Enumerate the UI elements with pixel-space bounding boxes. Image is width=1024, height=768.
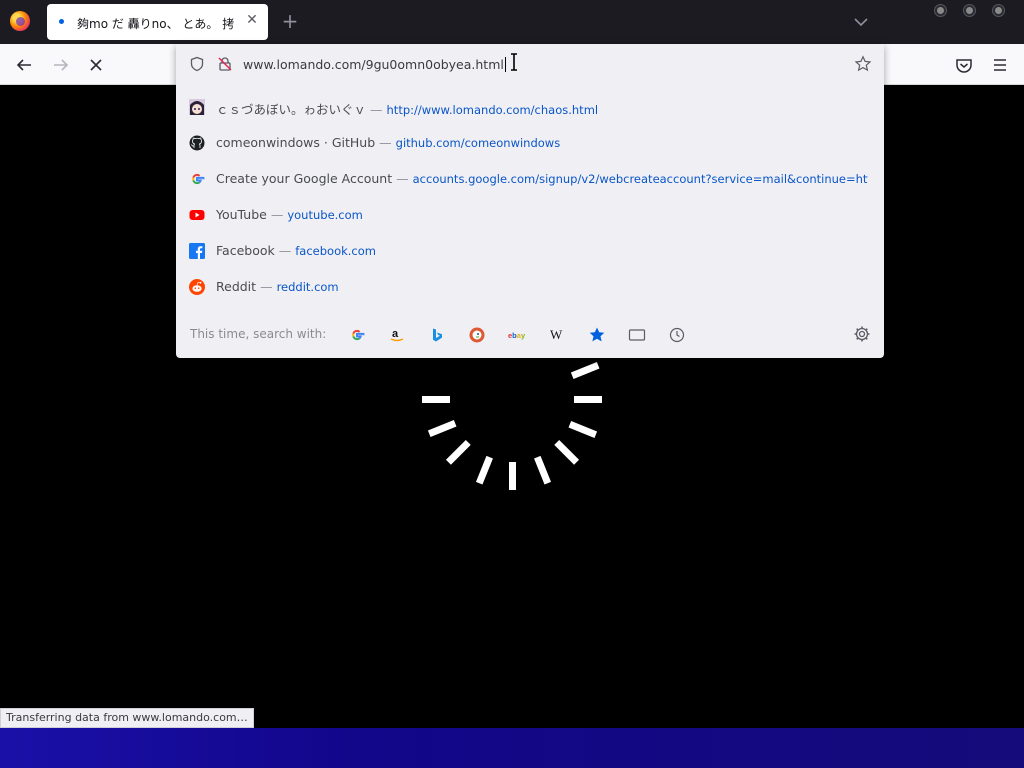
anime-avatar-icon (189, 99, 205, 115)
chevron-down-icon (854, 18, 868, 27)
forward-button[interactable] (48, 52, 74, 78)
svg-text:ebay: ebay (508, 331, 526, 340)
pocket-button[interactable] (951, 52, 977, 78)
suggestion-row[interactable]: Reddit — reddit.com (176, 269, 884, 305)
github-icon (189, 135, 205, 151)
wikipedia-icon[interactable]: W (547, 325, 567, 345)
text-cursor-icon (511, 53, 517, 71)
url-input[interactable]: www.lomando.com/9gu0omn0obyea.html (176, 44, 884, 84)
bing-icon[interactable] (427, 325, 447, 345)
stop-button[interactable] (83, 52, 109, 78)
youtube-icon (189, 210, 205, 220)
loading-spinner (422, 361, 602, 490)
svg-text:a: a (392, 328, 399, 340)
loading-indicator-icon (59, 19, 64, 24)
reddit-icon (189, 279, 205, 295)
bookmarks-star-icon[interactable] (587, 325, 607, 345)
pocket-icon (956, 59, 972, 73)
suggestion-row[interactable]: Create your Google Account — accounts.goog… (176, 161, 884, 197)
google-icon[interactable] (347, 325, 367, 345)
page-bottom-band (0, 728, 1024, 768)
tab-title: 夠mo だ 轟りno、 とあ。 拷 (77, 17, 235, 31)
app-menu-button[interactable] (987, 52, 1013, 78)
tab-strip: 夠mo だ 轟りno、 とあ。 拷 ✕ + (0, 0, 1024, 44)
suggestion-title: Create your Google Account (216, 171, 393, 186)
separator: — (379, 135, 392, 150)
tabs-icon[interactable] (627, 325, 647, 345)
suggestion-url: http://www.lomando.com/chaos.html (386, 103, 599, 117)
arrow-left-icon (16, 59, 31, 71)
tracking-protection-shield-icon[interactable] (189, 56, 205, 72)
suggestion-row[interactable]: comeonwindows · GitHub — github.com/comeon… (176, 125, 884, 161)
close-icon (90, 59, 102, 71)
suggestion-title: Facebook (216, 243, 275, 258)
new-tab-button[interactable]: + (280, 10, 300, 32)
suggestion-url: reddit.com (276, 280, 339, 294)
tab-active[interactable]: 夠mo だ 轟りno、 とあ。 拷 ✕ (47, 4, 268, 40)
firefox-logo-icon[interactable] (10, 11, 30, 31)
suggestion-url: accounts.google.com/signup/v2/webcreatea… (412, 172, 868, 186)
back-button[interactable] (11, 52, 37, 78)
separator: — (370, 102, 383, 117)
maximize-button[interactable] (964, 5, 975, 16)
suggestion-title: YouTube (216, 207, 267, 222)
close-tab-icon[interactable]: ✕ (244, 12, 260, 28)
suggestion-url: youtube.com (287, 208, 363, 222)
close-window-button[interactable] (993, 5, 1004, 16)
suggestion-row[interactable]: YouTube — youtube.com (176, 197, 884, 233)
facebook-icon (189, 243, 205, 259)
gear-icon[interactable] (853, 325, 871, 343)
minimize-button[interactable] (935, 5, 946, 16)
suggestion-title: comeonwindows · GitHub (216, 135, 376, 150)
separator: — (396, 171, 409, 186)
ebay-icon[interactable]: ebay (507, 325, 527, 345)
hamburger-menu-icon (994, 59, 1006, 71)
status-panel: Transferring data from www.lomando.com… (0, 708, 254, 728)
duckduckgo-icon[interactable] (467, 325, 487, 345)
suggestion-title: Reddit (216, 279, 257, 294)
separator: — (270, 207, 284, 222)
urlbar-popup: www.lomando.com/9gu0omn0obyea.html ｃｓづあぼ… (176, 44, 884, 358)
history-icon[interactable] (667, 325, 687, 345)
list-all-tabs-button[interactable] (851, 14, 871, 30)
suggestion-row[interactable]: ｃｓづあぼい。ゎおいぐｖ — http://www.lomando.com/chao… (176, 89, 884, 125)
suggestion-url: github.com/comeonwindows (395, 136, 561, 150)
bookmark-star-icon[interactable] (854, 55, 872, 73)
arrow-right-icon (54, 59, 69, 71)
amazon-icon[interactable]: a (387, 325, 407, 345)
url-text[interactable]: www.lomando.com/9gu0omn0obyea.html (243, 57, 506, 72)
suggestion-row[interactable]: Facebook — facebook.com (176, 233, 884, 269)
search-with-label: This time, search with: (190, 327, 327, 341)
search-one-offs: This time, search with: a ebay W (176, 315, 884, 355)
svg-text:W: W (550, 327, 563, 342)
separator: — (278, 243, 292, 258)
insecure-lock-icon[interactable] (217, 56, 233, 72)
suggestion-url: facebook.com (295, 244, 376, 258)
suggestion-title: ｃｓづあぼい。ゎおいぐｖ (216, 102, 367, 117)
google-icon (192, 173, 205, 185)
separator: — (260, 279, 273, 294)
